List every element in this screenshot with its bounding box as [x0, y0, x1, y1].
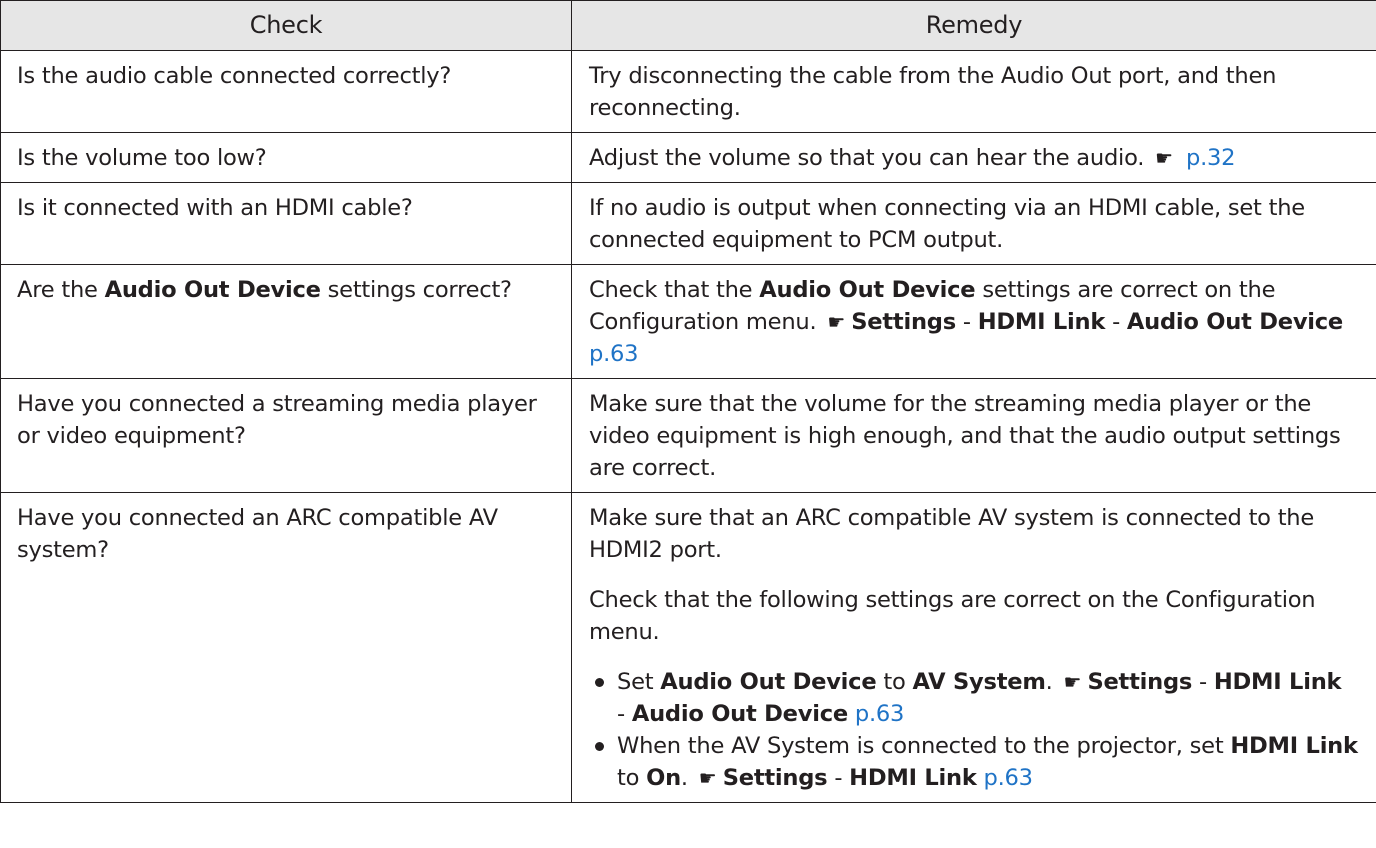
path-separator: - — [1112, 309, 1120, 335]
check-cell: Is the volume too low? — [0, 132, 572, 183]
remedy-cell: Make sure that an ARC compatible AV syst… — [571, 492, 1376, 803]
menu-term: Audio Out Device — [104, 277, 321, 303]
path-separator: - — [962, 309, 971, 335]
check-text: Are the — [17, 277, 98, 303]
check-cell: Is the audio cable connected correctly? — [0, 50, 572, 133]
table-row: Are the Audio Out Device settings correc… — [0, 264, 1376, 379]
page-ref-link[interactable]: p.63 — [855, 701, 905, 727]
path-separator: - — [1199, 669, 1207, 695]
table-row: Is the audio cable connected correctly? … — [0, 50, 1376, 133]
menu-path-item: Audio Out Device — [631, 701, 848, 727]
check-cell: Are the Audio Out Device settings correc… — [0, 264, 572, 379]
remedy-paragraph: Make sure that an ARC compatible AV syst… — [589, 505, 1315, 563]
column-header-remedy: Remedy — [571, 0, 1376, 51]
remedy-paragraph: Check that the following settings are co… — [589, 587, 1316, 645]
remedy-cell: If no audio is output when connecting vi… — [571, 182, 1376, 265]
pointing-hand-icon: ☛ — [698, 766, 717, 790]
bullet-text: to — [617, 765, 640, 791]
menu-path-item: Settings — [851, 309, 956, 335]
list-item: When the AV System is connected to the p… — [589, 730, 1364, 794]
settings-list: Set Audio Out Device to AV System. ☛ Sett… — [589, 666, 1364, 794]
check-cell: Is it connected with an HDMI cable? — [0, 182, 572, 265]
table-row: Have you connected a streaming media pla… — [0, 378, 1376, 493]
menu-path-item: HDMI Link — [977, 309, 1106, 335]
pointing-hand-icon: ☛ — [1063, 670, 1082, 694]
remedy-text: Adjust the volume so that you can hear t… — [589, 145, 1145, 171]
bullet-text: to — [883, 669, 906, 695]
menu-path-item: Audio Out Device — [1126, 309, 1344, 335]
menu-value: AV System — [912, 669, 1046, 695]
remedy-cell: Check that the Audio Out Device settings… — [571, 264, 1376, 379]
menu-value: On — [646, 765, 681, 791]
troubleshooting-table: Check Remedy Is the audio cable connecte… — [0, 0, 1376, 803]
menu-term: HDMI Link — [1230, 733, 1358, 759]
page-ref-link[interactable]: p.32 — [1186, 145, 1236, 171]
bullet-text: When the AV System is connected to the p… — [617, 733, 1224, 759]
list-item: Set Audio Out Device to AV System. ☛ Sett… — [589, 666, 1364, 730]
column-header-check: Check — [0, 0, 572, 51]
remedy-cell: Try disconnecting the cable from the Aud… — [571, 50, 1376, 133]
check-cell: Have you connected a streaming media pla… — [0, 378, 572, 493]
header-row: Check Remedy — [0, 0, 1376, 51]
menu-path-item: Settings — [722, 765, 828, 791]
check-cell: Have you connected an ARC compatible AV … — [0, 492, 572, 803]
menu-path-item: HDMI Link — [849, 765, 977, 791]
table-row: Have you connected an ARC compatible AV … — [0, 492, 1376, 803]
remedy-cell: Make sure that the volume for the stream… — [571, 378, 1376, 493]
bullet-text: Set — [617, 669, 654, 695]
table-row: Is the volume too low? Adjust the volume… — [0, 132, 1376, 183]
table-row: Is it connected with an HDMI cable? If n… — [0, 182, 1376, 265]
page-ref-link[interactable]: p.63 — [589, 341, 639, 367]
remedy-text: Check that the — [589, 277, 753, 303]
check-text: settings correct? — [327, 277, 512, 303]
menu-path-item: Settings — [1087, 669, 1193, 695]
path-separator: - — [834, 765, 843, 791]
pointing-hand-icon: ☛ — [1155, 146, 1174, 170]
menu-term: Audio Out Device — [660, 669, 877, 695]
menu-term: Audio Out Device — [759, 277, 976, 303]
page-ref-link[interactable]: p.63 — [984, 765, 1034, 791]
remedy-cell: Adjust the volume so that you can hear t… — [571, 132, 1376, 183]
path-separator: - — [617, 701, 625, 727]
menu-path-item: HDMI Link — [1213, 669, 1342, 695]
pointing-hand-icon: ☛ — [827, 310, 846, 334]
